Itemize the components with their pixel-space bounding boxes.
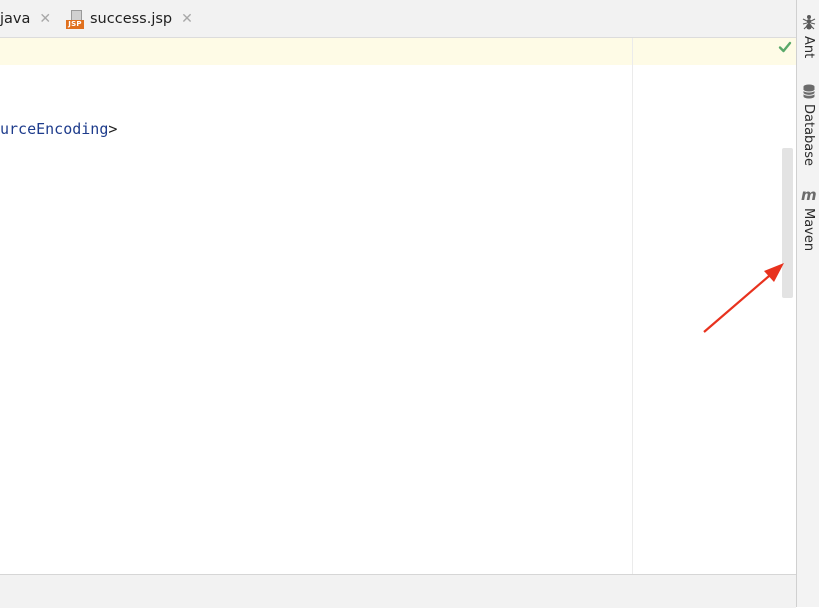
code-editor[interactable]: urceEncoding>: [0, 38, 796, 574]
close-icon[interactable]: ✕: [39, 12, 51, 26]
maven-icon: m: [801, 186, 817, 204]
database-icon: [803, 84, 815, 99]
current-line-highlight: [0, 38, 796, 65]
jsp-badge: JSP: [66, 19, 84, 29]
close-icon[interactable]: ✕: [181, 12, 193, 26]
tool-window-database-button[interactable]: Database: [797, 82, 819, 166]
editor-tab-bar: java ✕ JSP success.jsp ✕: [0, 0, 796, 38]
right-margin-guide: [632, 38, 633, 574]
check-icon: [778, 41, 792, 53]
ant-icon: [802, 15, 816, 30]
jsp-file-icon: JSP: [66, 9, 86, 29]
tool-window-label: Ant: [801, 36, 816, 59]
tool-window-ant-button[interactable]: Ant: [797, 8, 819, 64]
tab-label: java: [0, 10, 31, 27]
tool-window-maven-button[interactable]: m Maven: [797, 186, 819, 256]
tool-window-label: Maven: [801, 208, 816, 252]
tab-java[interactable]: java ✕: [0, 0, 51, 37]
xml-tag-name: urceEncoding: [0, 120, 109, 138]
annotation-arrow: [703, 263, 784, 333]
tab-success-jsp[interactable]: JSP success.jsp ✕: [66, 0, 193, 37]
bottom-panel-bar: [0, 574, 796, 608]
tool-window-label: Database: [801, 104, 816, 167]
tab-label: success.jsp: [90, 10, 173, 27]
right-tool-window-strip: Ant Database m Maven: [796, 0, 819, 607]
code-line[interactable]: urceEncoding>: [0, 120, 117, 138]
xml-bracket: >: [108, 120, 118, 138]
